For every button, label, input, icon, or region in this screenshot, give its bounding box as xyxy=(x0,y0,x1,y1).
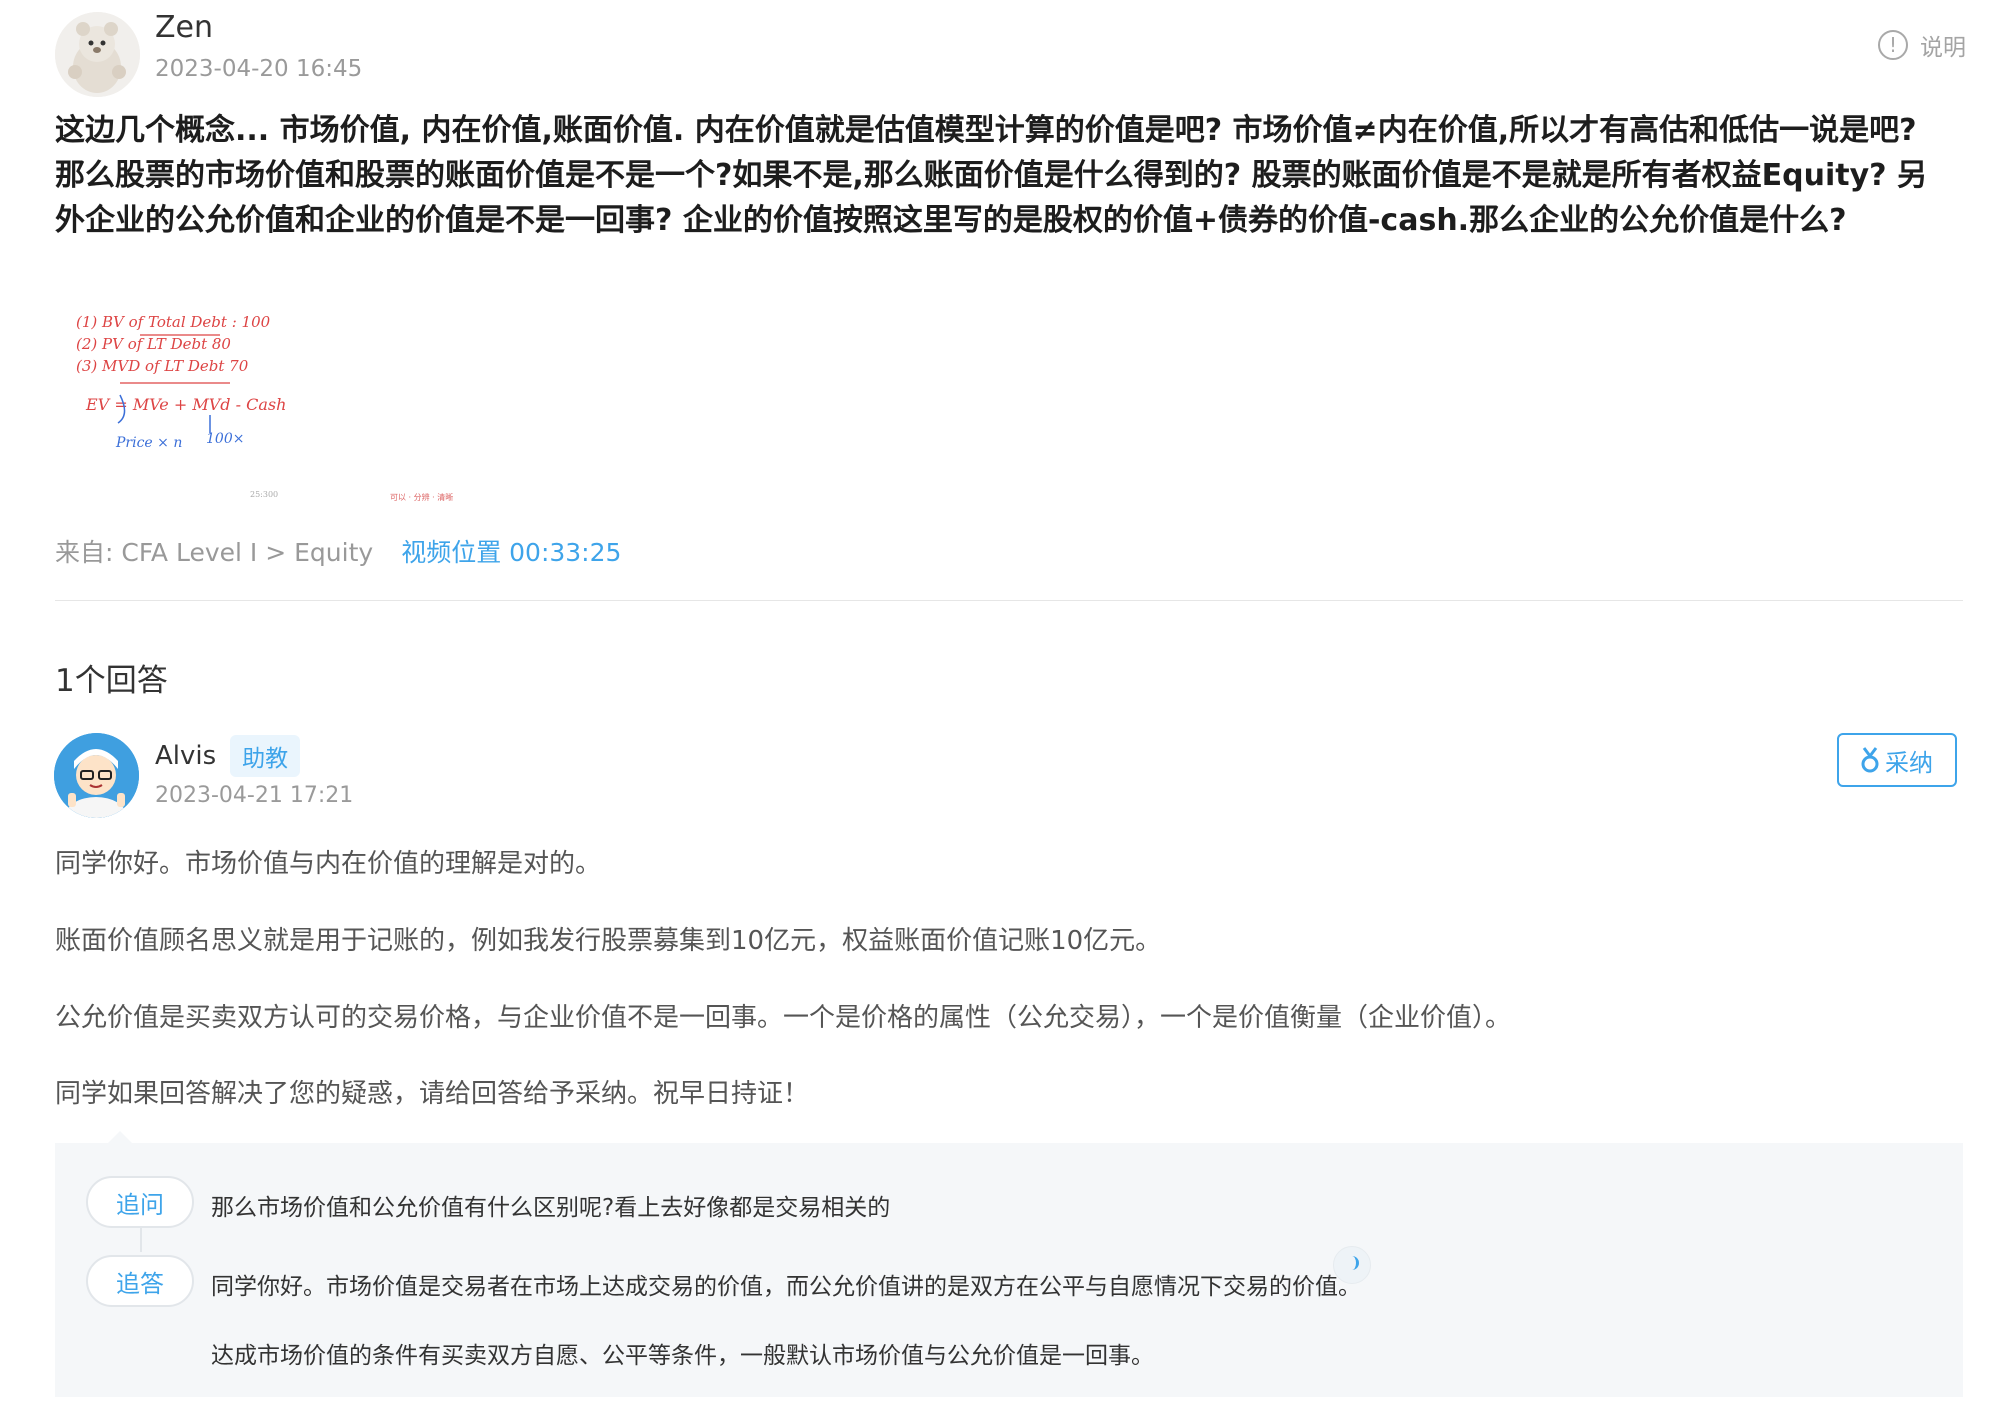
source-prefix-and-path[interactable]: 来自: CFA Level I > Equity xyxy=(55,533,373,569)
sketch-line-2: (2) PV of LT Debt 80 xyxy=(76,335,231,353)
accept-label: 采纳 xyxy=(1885,748,1933,777)
section-divider xyxy=(55,600,1963,601)
followup-question-text: 那么市场价值和公允价值有什么区别呢?看上去好像都是交易相关的 xyxy=(211,1195,891,1221)
answer-avatar[interactable] xyxy=(54,733,139,818)
followup-reply-text: 同学你好。市场价值是交易者在市场上达成交易的价值，而公允价值讲的是双方在公平与自… xyxy=(211,1274,1361,1300)
answers-count-heading: 1个回答 xyxy=(55,663,168,699)
answer-paragraph: 公允价值是买卖双方认可的交易价格，与企业价值不是一回事。一个是价格的属性（公允交… xyxy=(55,1003,1512,1033)
accept-answer-button[interactable]: 采纳 xyxy=(1837,733,1957,787)
followup-question-tag: 追问 xyxy=(86,1176,194,1228)
question-attachment-image[interactable]: (1) BV of Total Debt : 100 (2) PV of LT … xyxy=(70,305,490,505)
sketch-line-4: EV = MVe + MVd - Cash xyxy=(85,395,286,414)
question-text: 这边几个概念... 市场价值, 内在价值,账面价值. 内在价值就是估值模型计算的… xyxy=(55,113,1927,238)
sketch-line-6: 100× xyxy=(206,431,244,447)
teaching-assistant-badge: 助教 xyxy=(230,735,301,777)
answer-paragraph: 同学如果回答解决了您的疑惑，请给回答给予采纳。祝早日持证！ xyxy=(55,1079,810,1109)
question-timestamp: 2023-04-20 16:45 xyxy=(155,56,363,82)
source-prefix: 来自: xyxy=(55,538,114,567)
sketch-foot-left: 25:300 xyxy=(250,490,278,499)
followup-connector xyxy=(140,1228,142,1252)
explain-link[interactable]: ! 说明 xyxy=(1878,28,1966,62)
video-position-link[interactable]: 视频位置 00:33:25 xyxy=(401,533,621,569)
medal-icon xyxy=(1861,747,1879,773)
answer-author: Alvis 助教 xyxy=(155,735,301,777)
sketch-line-1: (1) BV of Total Debt : 100 xyxy=(76,313,271,331)
followup-reply-text-2: 达成市场价值的条件有买卖双方自愿、公平等条件，一般默认市场价值与公允价值是一回事… xyxy=(211,1343,1154,1369)
sketch-line-5: Price × n xyxy=(115,435,182,451)
assistant-avatar-icon xyxy=(54,733,139,818)
question-source: 来自: CFA Level I > Equity 视频位置 00:33:25 xyxy=(55,533,621,569)
explain-label: 说明 xyxy=(1920,35,1966,61)
bear-avatar-icon xyxy=(55,12,140,97)
answer-author-name[interactable]: Alvis xyxy=(155,741,216,771)
answer-timestamp: 2023-04-21 17:21 xyxy=(155,783,354,808)
panel-pointer xyxy=(108,1131,132,1143)
sketch-foot-right: 可以 · 分辨 · 清晰 xyxy=(390,492,453,502)
answer-paragraph: 账面价值顾名思义就是用于记账的，例如我发行股票募集到10亿元，权益账面价值记账1… xyxy=(55,926,1162,956)
loading-spinner-icon xyxy=(1333,1246,1371,1284)
question-author-name[interactable]: Zen xyxy=(155,10,213,45)
handwritten-notes-image: (1) BV of Total Debt : 100 (2) PV of LT … xyxy=(76,313,453,502)
sketch-line-3: (3) MVD of LT Debt 70 xyxy=(76,357,249,375)
answer-paragraph: 同学你好。市场价值与内在价值的理解是对的。 xyxy=(55,849,602,879)
question-avatar[interactable] xyxy=(55,12,140,97)
source-path: CFA Level I > Equity xyxy=(121,538,374,567)
info-circle-icon: ! xyxy=(1878,30,1908,60)
followup-reply-tag: 追答 xyxy=(86,1255,194,1307)
